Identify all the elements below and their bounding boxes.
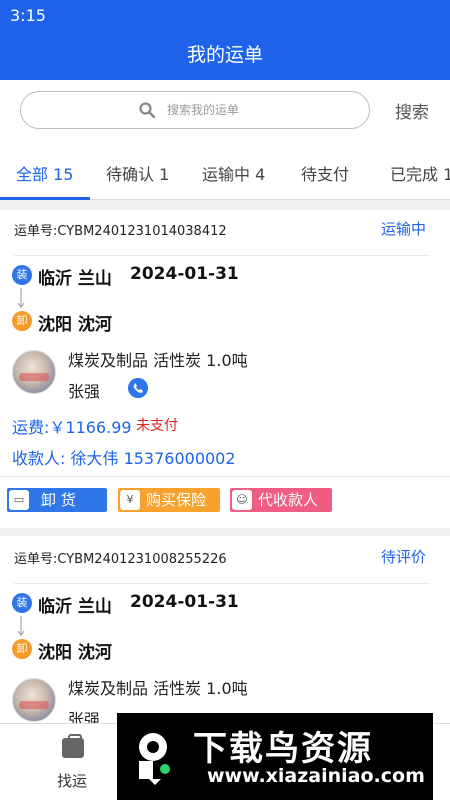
buy-insurance-label: 购买保险: [146, 491, 207, 509]
search-bar: 搜索: [0, 80, 450, 140]
unload-badge: 卸: [12, 639, 32, 659]
load-place: 临沂 兰山: [38, 597, 112, 617]
divider: [0, 476, 450, 477]
unload-place: 沈阳 沈河: [38, 315, 112, 335]
watermark-overlay: 下载鸟资源 www.xiazainiao.com: [117, 713, 433, 800]
order-card[interactable]: 运单号:CYBM2401231008255226 待评价 装 临沂 兰山 202…: [0, 528, 450, 729]
load-badge: 装: [12, 593, 32, 613]
search-button[interactable]: 搜索: [395, 98, 429, 123]
unload-button[interactable]: ▭ 卸 货: [7, 488, 107, 512]
driver-avatar: [12, 350, 56, 394]
goods-info: 煤炭及制品 活性炭 1.0吨: [68, 351, 248, 370]
agent-payee-label: 代收款人: [258, 491, 319, 509]
order-card[interactable]: 运单号:CYBM2401231014038412 运输中 装 临沂 兰山 202…: [0, 202, 450, 528]
status-bar: 3:15: [0, 0, 450, 34]
divider: [14, 583, 430, 584]
load-badge: 装: [12, 265, 32, 285]
status-tabs: 全部 15 待确认 1 运输中 4 待支付 已完成 1: [0, 140, 450, 200]
load-date: 2024-01-31: [130, 592, 239, 612]
phone-icon[interactable]: [128, 378, 148, 398]
route-arrow-icon: [17, 288, 25, 308]
order-status: 运输中: [380, 220, 426, 238]
tab-all[interactable]: 全部 15: [16, 161, 73, 185]
order-number: 运单号:CYBM2401231008255226: [14, 552, 227, 567]
watermark-url: www.xiazainiao.com: [207, 765, 425, 787]
card-divider: [0, 202, 450, 210]
goods-info: 煤炭及制品 活性炭 1.0吨: [68, 679, 248, 698]
payee-info: 收款人: 徐大伟 15376000002: [12, 449, 236, 468]
freight-amount: 运费:￥1166.99: [12, 418, 132, 437]
order-status: 待评价: [380, 548, 426, 566]
driver-avatar: [12, 678, 56, 722]
briefcase-icon[interactable]: [62, 734, 84, 758]
card-divider: [0, 528, 450, 536]
app-header: 我的运单: [0, 34, 450, 80]
load-date: 2024-01-31: [130, 264, 239, 284]
unload-button-label: 卸 货: [41, 491, 76, 509]
driver-name: 张强: [68, 382, 101, 401]
tab-pending-confirm[interactable]: 待确认 1: [106, 161, 169, 185]
bird-logo-icon: [139, 733, 170, 785]
order-number: 运单号:CYBM2401231014038412: [14, 224, 227, 239]
watermark-title: 下载鸟资源: [193, 729, 373, 769]
payment-status: 未支付: [136, 418, 178, 434]
search-box[interactable]: [20, 91, 370, 129]
route-arrow-icon: [17, 616, 25, 636]
tab-completed[interactable]: 已完成 1: [390, 161, 450, 185]
buy-insurance-button[interactable]: ¥ 购买保险: [118, 488, 220, 512]
page-title: 我的运单: [186, 44, 263, 66]
person-icon: ☺: [232, 490, 252, 510]
active-tab-indicator: [0, 197, 90, 200]
load-place: 临沂 兰山: [38, 269, 112, 289]
agent-payee-button[interactable]: ☺ 代收款人: [230, 488, 332, 512]
status-time: 3:15: [10, 6, 46, 25]
search-input[interactable]: [167, 99, 347, 121]
yen-icon: ¥: [120, 490, 140, 510]
tab-in-transit[interactable]: 运输中 4: [202, 161, 265, 185]
truck-icon: ▭: [9, 490, 29, 510]
unload-place: 沈阳 沈河: [38, 643, 112, 663]
search-icon: [139, 102, 155, 118]
divider: [14, 255, 430, 256]
unload-badge: 卸: [12, 311, 32, 331]
nav-find-cargo[interactable]: 找运: [57, 770, 87, 791]
tab-pending-payment[interactable]: 待支付: [301, 161, 349, 185]
